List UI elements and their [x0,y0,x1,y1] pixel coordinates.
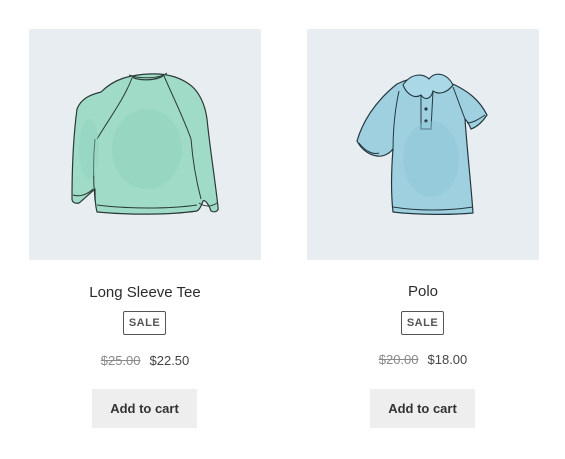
original-price: $25.00 [100,353,141,368]
add-to-cart-button[interactable]: Add to cart [92,389,197,428]
product-card-long-sleeve-tee: Long Sleeve Tee SALE $25.00 $22.50 Add to… [29,0,261,459]
original-price: $20.00 [378,352,419,367]
product-card-polo: Polo SALE $20.00 $18.00 Add to cart [307,0,539,459]
polo-shirt-icon [356,73,488,215]
sale-price: $18.00 [427,352,468,367]
sale-badge: SALE [401,311,444,335]
sale-badge: SALE [123,311,166,335]
product-price: $25.00 $22.50 [29,352,261,370]
sale-price: $22.50 [149,353,190,368]
product-price: $20.00 $18.00 [307,351,539,369]
product-image-link[interactable] [307,29,539,260]
add-to-cart-button[interactable]: Add to cart [370,389,475,428]
product-title[interactable]: Long Sleeve Tee [29,283,261,303]
product-image-link[interactable] [29,29,261,260]
long-sleeve-tee-icon [71,72,219,215]
product-title[interactable]: Polo [307,282,539,302]
